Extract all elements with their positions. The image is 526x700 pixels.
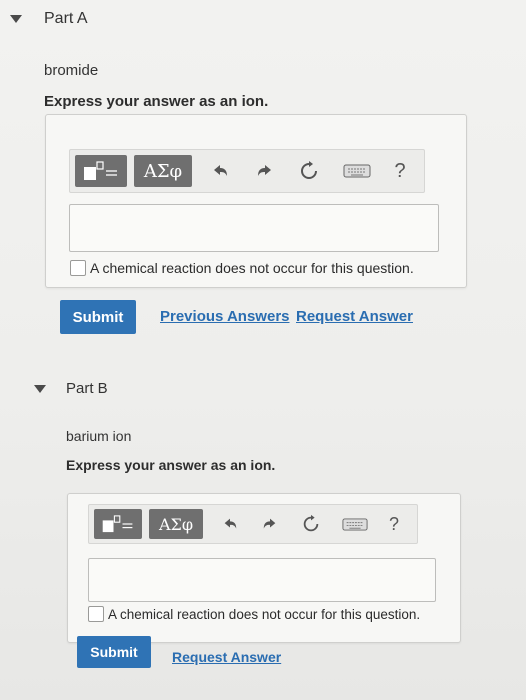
part-b-no-reaction-label: A chemical reaction does not occur for t… — [108, 606, 421, 622]
part-a-greek-button[interactable]: ΑΣφ — [134, 155, 192, 187]
part-b-compound: barium ion — [66, 428, 132, 444]
part-b-undo-icon[interactable] — [219, 514, 241, 534]
part-b-template-button[interactable] — [94, 509, 142, 539]
part-a-submit-button[interactable]: Submit — [60, 300, 136, 334]
part-b-submit-button[interactable]: Submit — [77, 636, 151, 668]
part-a-reset-icon[interactable] — [296, 158, 322, 184]
part-a-compound: bromide — [44, 62, 99, 79]
part-a-prompt: Express your answer as an ion. — [44, 93, 269, 110]
template-icon — [84, 161, 117, 180]
part-b-no-reaction-checkbox[interactable] — [88, 606, 104, 622]
part-a-title: Part A — [44, 10, 88, 27]
part-a-no-reaction-checkbox[interactable] — [70, 260, 86, 276]
part-a-collapse-caret-icon[interactable] — [10, 15, 22, 23]
part-b-help-icon[interactable]: ? — [383, 512, 405, 536]
part-b-answer-input[interactable] — [88, 558, 436, 602]
part-b-collapse-caret-icon[interactable] — [34, 385, 46, 393]
part-b-request-answer-link[interactable]: Request Answer — [172, 649, 281, 665]
part-a-toolbar: ΑΣφ ? — [69, 149, 425, 193]
part-a-keyboard-icon[interactable] — [342, 162, 372, 180]
part-b-prompt: Express your answer as an ion. — [66, 457, 276, 473]
part-b-title: Part B — [66, 380, 108, 397]
part-a-answer-input[interactable] — [69, 204, 439, 252]
part-b-toolbar: ΑΣφ ? — [88, 504, 418, 544]
part-a-answer-panel: ΑΣφ ? A chemical reaction does not occur… — [45, 114, 467, 288]
template-icon — [102, 515, 133, 533]
part-b-no-reaction-row: A chemical reaction does not occur for t… — [88, 606, 420, 622]
part-a-undo-icon[interactable] — [208, 160, 232, 182]
part-b-answer-panel: ΑΣφ ? A chemical reaction does not occur… — [67, 493, 461, 643]
part-a-no-reaction-label: A chemical reaction does not occur for t… — [90, 260, 414, 276]
part-a-redo-icon[interactable] — [253, 160, 277, 182]
part-b-keyboard-icon[interactable] — [341, 516, 369, 532]
part-b-redo-icon[interactable] — [259, 514, 281, 534]
part-a-template-button[interactable] — [75, 155, 127, 187]
part-a-help-icon[interactable]: ? — [388, 158, 412, 184]
part-a-previous-answers-link[interactable]: Previous Answers — [160, 308, 290, 325]
part-b-reset-icon[interactable] — [299, 512, 323, 536]
part-b-greek-button[interactable]: ΑΣφ — [149, 509, 203, 539]
part-a-request-answer-link[interactable]: Request Answer — [296, 308, 413, 325]
part-a-no-reaction-row: A chemical reaction does not occur for t… — [70, 260, 414, 276]
